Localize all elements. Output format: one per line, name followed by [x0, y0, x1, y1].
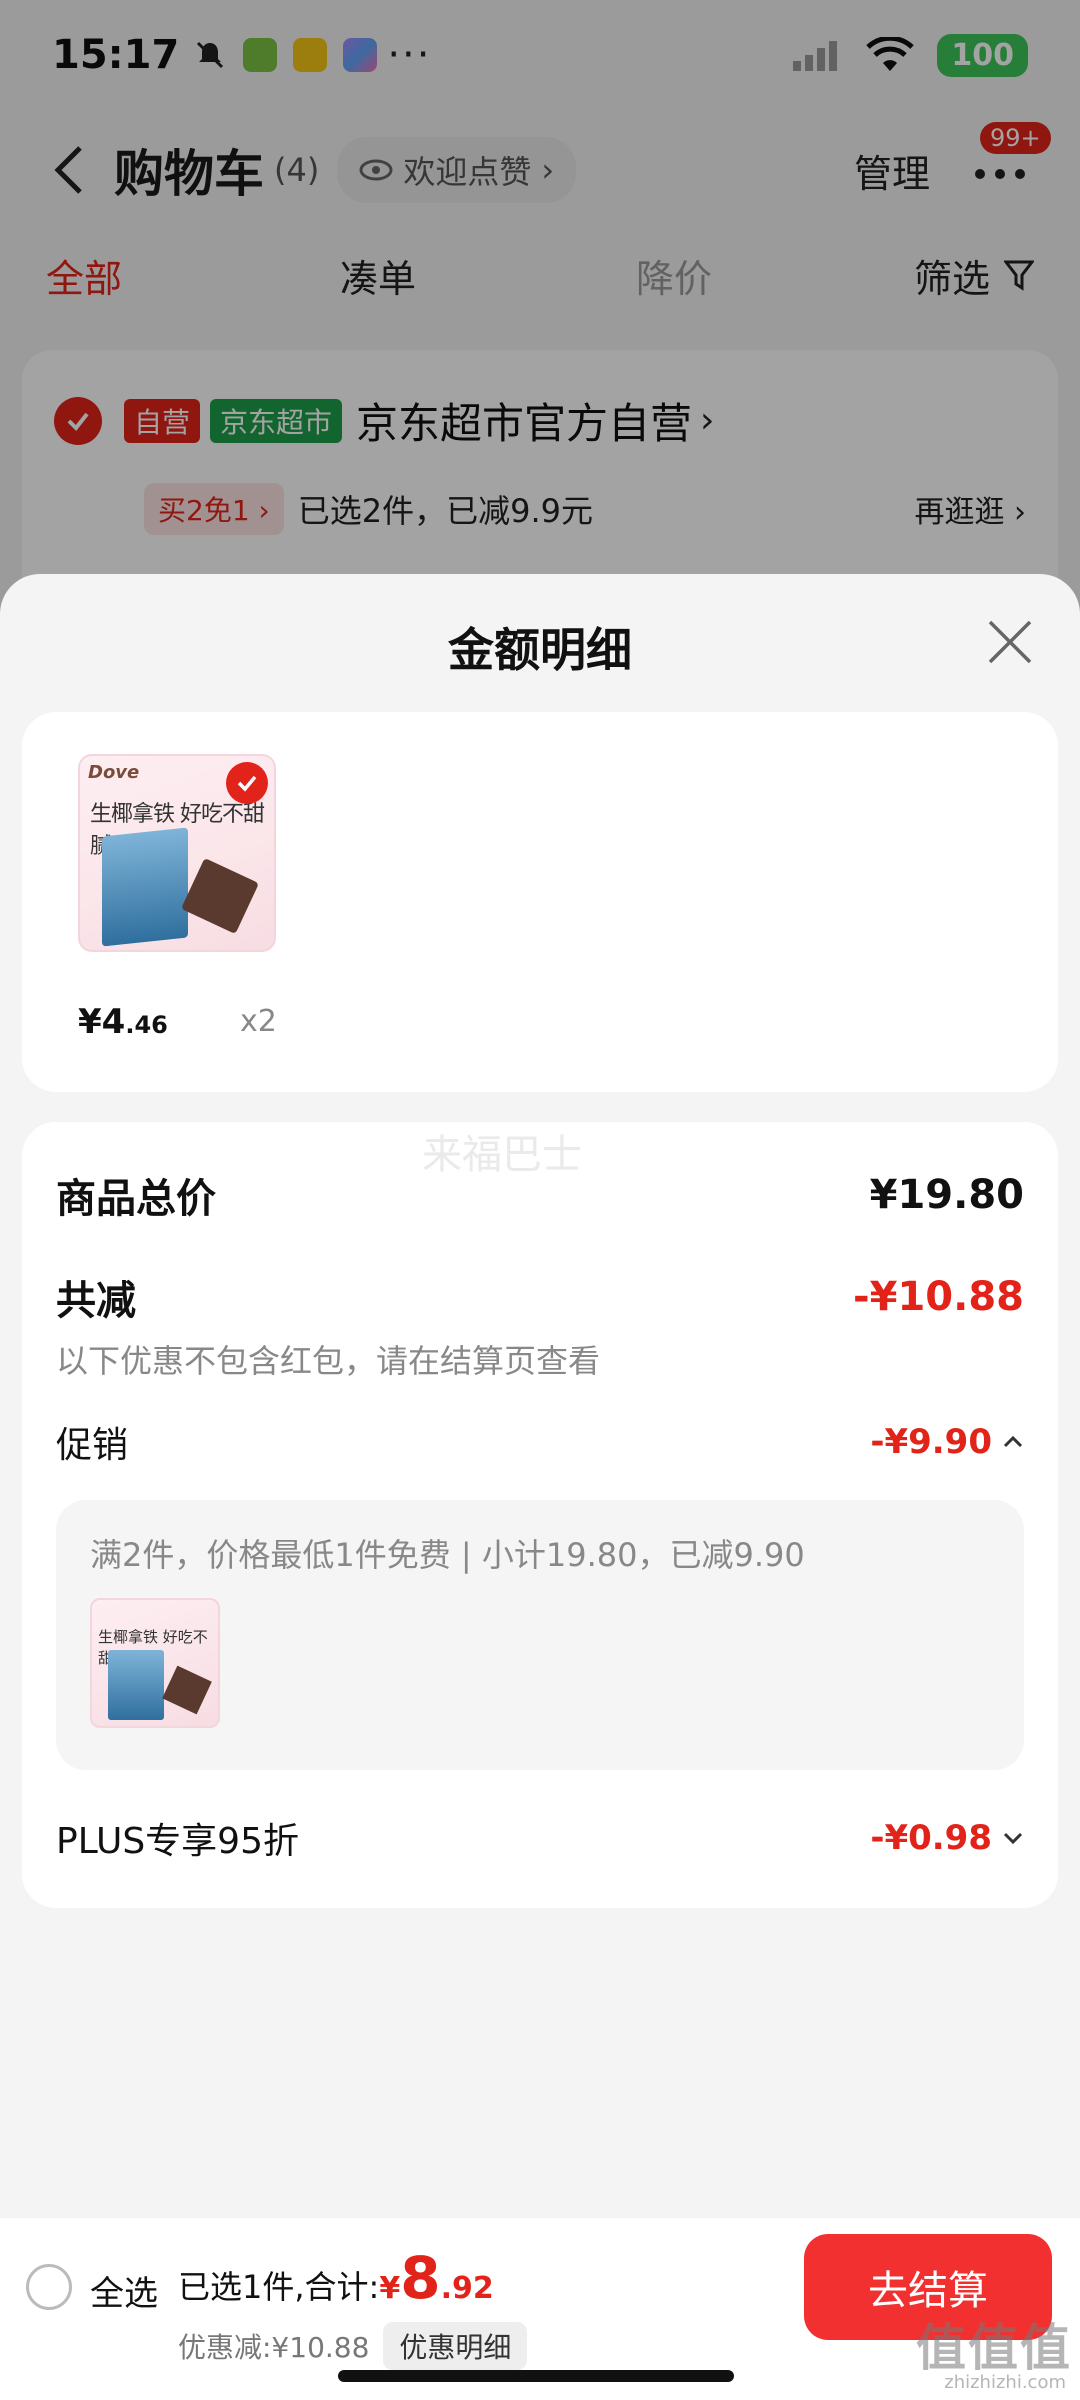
product-image[interactable]: Dove 生椰拿铁 好吃不甜腻: [78, 754, 276, 952]
price-detail-card: 来福巴士 商品总价 ¥19.80 共减 -¥10.88 以下优惠不包含红包，请在…: [22, 1122, 1058, 1908]
unit-price: ¥4.46: [78, 1002, 168, 1042]
site-watermark-url: zhizhizhi.com: [944, 2372, 1066, 2393]
total-price-row: 商品总价 ¥19.80: [56, 1166, 1024, 1224]
total-price-label: 商品总价: [56, 1176, 216, 1222]
plus-discount-label: PLUS专享95折: [56, 1821, 299, 1862]
discount-amount: 优惠减:¥10.88: [178, 2331, 370, 2364]
promotion-value: -¥9.90: [870, 1422, 992, 1462]
chevron-down-icon: [1003, 1832, 1023, 1845]
promotion-detail-text: 满2件，价格最低1件免费 | 小计19.80，已减9.90: [90, 1536, 805, 1574]
total-decimal: .92: [440, 2271, 494, 2306]
select-all-checkbox[interactable]: [26, 2264, 72, 2310]
total-reduction-label: 共减: [56, 1278, 136, 1324]
promotion-product-thumbnail: 生椰拿铁 好吃不甜腻: [90, 1598, 220, 1728]
total-price-value: ¥19.80: [869, 1172, 1024, 1218]
total-currency: ¥: [379, 2271, 401, 2306]
discount-line: 优惠减:¥10.88 优惠明细: [178, 2322, 528, 2370]
plus-discount-value-group: -¥0.98: [870, 1818, 1024, 1858]
product-chocolate-shape: [180, 857, 260, 935]
chevron-up-icon: [1003, 1435, 1023, 1448]
unit-price-main: ¥4: [78, 1002, 126, 1042]
promotion-value-group: -¥9.90: [870, 1422, 1024, 1462]
sheet-title: 金额明细: [448, 623, 632, 677]
product-quantity: x2: [240, 1004, 277, 1039]
plus-discount-value: -¥0.98: [870, 1818, 992, 1858]
amount-detail-sheet: 金额明细 Dove 生椰拿铁 好吃不甜腻 ¥4.46 x2 来福巴士 商品总价 …: [0, 574, 1080, 2220]
thumbnail-pack-shape: [108, 1650, 164, 1720]
check-icon: [237, 775, 257, 792]
reduction-note: 以下优惠不包含红包，请在结算页查看: [56, 1342, 601, 1380]
promotion-label: 促销: [56, 1425, 129, 1466]
plus-discount-row[interactable]: PLUS专享95折 -¥0.98: [56, 1812, 1024, 1864]
unit-price-cents: .46: [125, 1011, 168, 1039]
select-all-label[interactable]: 全选: [90, 2266, 158, 2315]
product-pack-shape: [102, 827, 188, 947]
discount-detail-button[interactable]: 优惠明细: [383, 2322, 528, 2370]
close-icon[interactable]: [984, 616, 1036, 668]
product-selected-check[interactable]: [226, 762, 268, 804]
total-reduction-value: -¥10.88: [853, 1274, 1024, 1320]
product-card: Dove 生椰拿铁 好吃不甜腻 ¥4.46 x2: [22, 712, 1058, 1092]
site-watermark-logo: 值值值: [916, 2319, 1072, 2377]
thumbnail-chocolate-shape: [162, 1665, 212, 1715]
total-line: 已选1件,合计: ¥ 8 .92: [178, 2244, 494, 2312]
home-indicator[interactable]: [338, 2370, 734, 2382]
total-integer: 8: [400, 2244, 441, 2312]
promotion-row[interactable]: 促销 -¥9.90: [56, 1416, 1024, 1468]
product-image-brand: Dove: [88, 762, 140, 783]
selected-summary: 已选1件,合计:: [178, 2268, 380, 2306]
total-reduction-row: 共减 -¥10.88: [56, 1268, 1024, 1326]
promotion-detail-box: 满2件，价格最低1件免费 | 小计19.80，已减9.90 生椰拿铁 好吃不甜腻: [56, 1500, 1024, 1770]
